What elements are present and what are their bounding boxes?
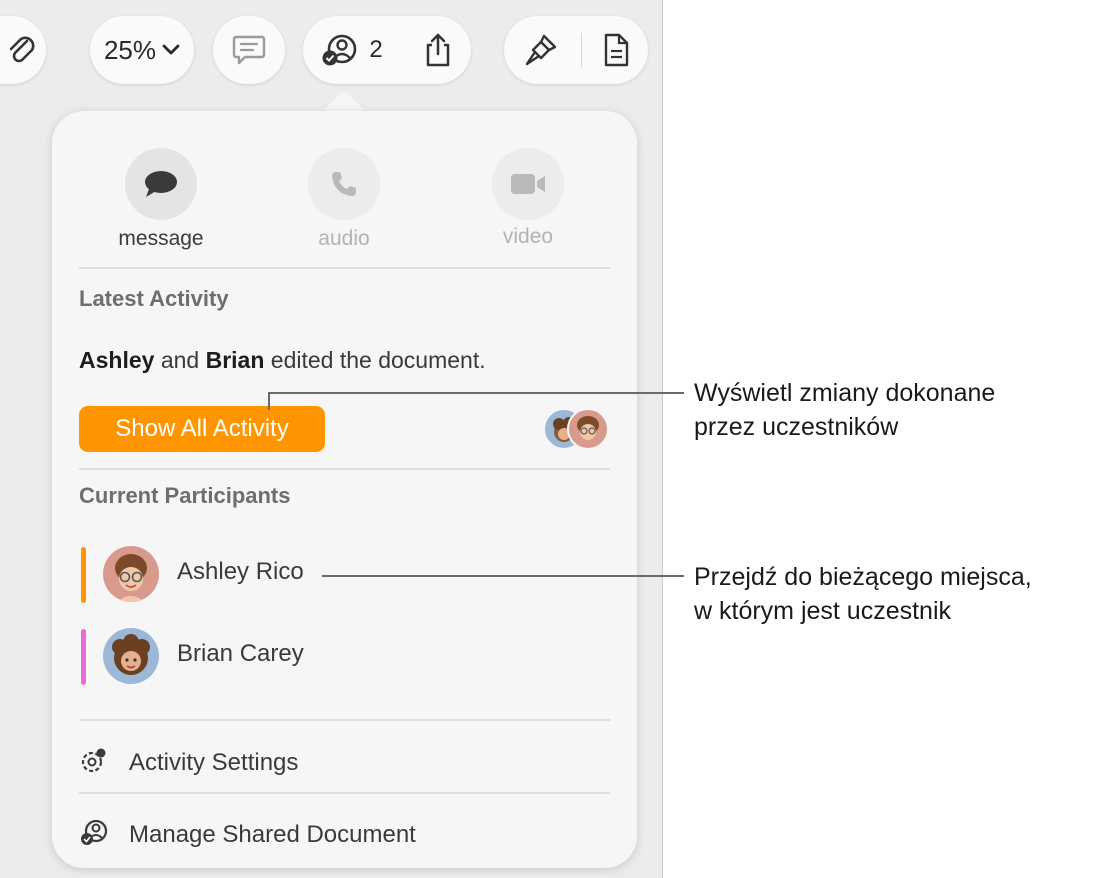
activity-user-1: Ashley <box>79 347 155 373</box>
callout-participant-line2: w którym jest uczestnik <box>694 597 952 625</box>
zoom-value: 25% <box>103 34 157 65</box>
callout-participant-line1: Przejdź do bieżącego miejsca, <box>694 563 1032 591</box>
divider <box>79 468 610 470</box>
collaboration-button-group: 2 <box>303 16 471 84</box>
audio-button[interactable] <box>308 148 380 220</box>
participant-row-ashley[interactable]: Ashley Rico <box>79 544 610 604</box>
divider <box>79 267 610 269</box>
callout-participant: Przejdź do bieżącego miejsca, w którym j… <box>694 560 1032 628</box>
collaboration-popover: message audio video Latest Activity Ashl… <box>52 111 637 868</box>
callout-leader-line <box>322 575 684 577</box>
activity-settings-row[interactable]: Activity Settings <box>79 739 610 785</box>
manage-share-icon <box>81 819 108 845</box>
paintbrush-icon[interactable] <box>523 32 559 68</box>
activity-user-2: Brian <box>205 347 265 373</box>
phone-icon <box>332 172 356 196</box>
ashley-mini-avatar <box>567 408 609 450</box>
comment-button[interactable] <box>213 16 285 84</box>
activity-conjunction: and <box>154 347 206 373</box>
callout-leader-line <box>268 392 684 394</box>
share-icon[interactable] <box>423 31 453 69</box>
attachment-button[interactable] <box>0 16 46 84</box>
paperclip-icon <box>9 36 35 63</box>
document-icon[interactable] <box>602 32 630 68</box>
participant-color-bar <box>81 629 86 685</box>
callout-leader-vertical <box>268 392 270 410</box>
manage-shared-document-row[interactable]: Manage Shared Document <box>79 811 610 857</box>
message-label: message <box>118 227 204 250</box>
collaboration-button[interactable]: 2 <box>321 33 383 67</box>
chevron-down-icon <box>162 44 180 55</box>
zoom-menu-button[interactable]: 25% <box>90 16 194 84</box>
video-label: video <box>502 225 554 248</box>
video-camera-icon <box>511 174 545 194</box>
brian-avatar <box>103 628 159 684</box>
latest-activity-title: Latest Activity <box>79 286 229 311</box>
activity-action: edited the document. <box>264 347 486 373</box>
activity-settings-label: Activity Settings <box>129 749 299 776</box>
message-bubble-icon <box>145 171 177 197</box>
participant-name: Ashley Rico <box>177 558 304 585</box>
activity-settings-icon <box>81 748 106 773</box>
participant-color-bar <box>81 547 86 603</box>
activity-summary: Ashley and Brian edited the document. <box>79 347 486 374</box>
format-group <box>504 16 648 84</box>
callout-activity-line1: Wyświetl zmiany dokonane <box>694 379 996 407</box>
video-button[interactable] <box>492 148 564 220</box>
collaboration-icon <box>322 34 357 66</box>
show-all-activity-button[interactable]: Show All Activity <box>79 406 325 452</box>
toolbar-separator <box>580 33 582 67</box>
manage-shared-document-label: Manage Shared Document <box>129 821 416 848</box>
divider <box>79 719 610 721</box>
comment-icon <box>232 35 266 65</box>
message-button[interactable] <box>125 148 197 220</box>
divider <box>79 792 610 794</box>
callout-activity-line2: przez uczestników <box>694 413 899 441</box>
participant-name: Brian Carey <box>177 640 304 667</box>
audio-label: audio <box>318 227 370 250</box>
participant-row-brian[interactable]: Brian Carey <box>79 626 610 686</box>
current-participants-title: Current Participants <box>79 483 291 508</box>
collaborator-count: 2 <box>369 36 383 63</box>
ashley-avatar <box>103 546 159 602</box>
callout-activity: Wyświetl zmiany dokonane przez uczestnik… <box>694 376 995 444</box>
